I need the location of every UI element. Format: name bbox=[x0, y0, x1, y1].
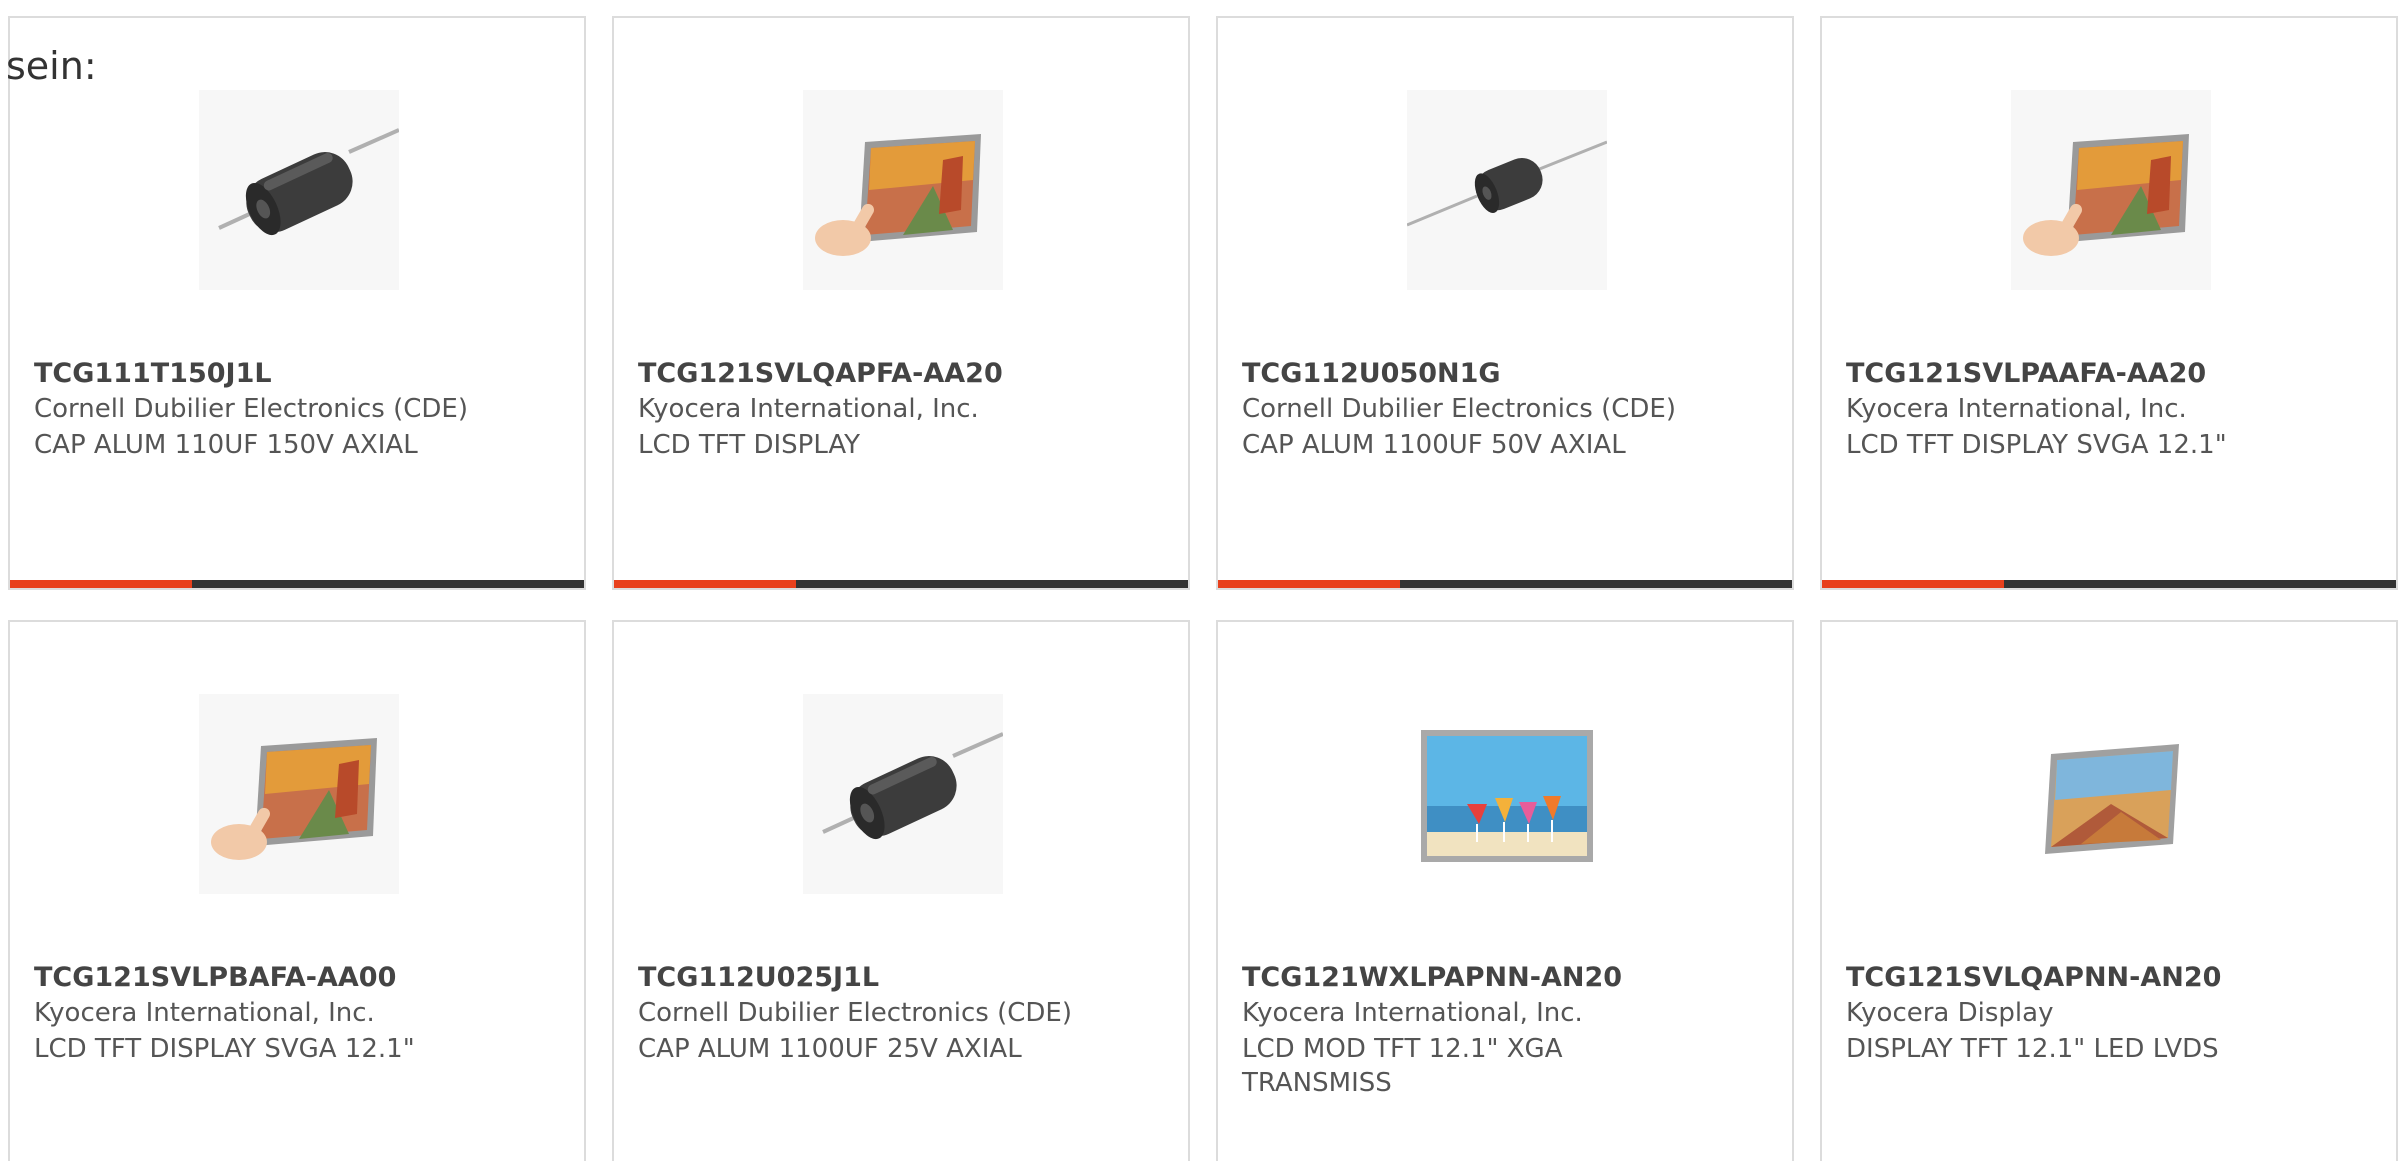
axial-capacitor-icon bbox=[822, 732, 1003, 840]
axial-capacitor-small-icon bbox=[1407, 140, 1607, 227]
product-description: DISPLAY TFT 12.1" LED LVDS bbox=[1846, 1034, 2219, 1064]
product-grid: TCG111T150J1L Cornell Dubilier Electroni… bbox=[8, 16, 2398, 1161]
manufacturer-name: Kyocera Display bbox=[1846, 998, 2054, 1028]
manufacturer-name: Kyocera International, Inc. bbox=[1242, 998, 1583, 1028]
manufacturer-name: Kyocera International, Inc. bbox=[34, 998, 375, 1028]
product-card[interactable]: TCG121SVLPAAFA-AA20 Kyocera Internationa… bbox=[1820, 16, 2398, 590]
manufacturer-name: Kyocera International, Inc. bbox=[1846, 394, 2187, 424]
touch-display-icon bbox=[211, 738, 377, 860]
part-number[interactable]: TCG112U050N1G bbox=[1242, 358, 1501, 389]
product-card[interactable]: TCG121WXLPAPNN-AN20 Kyocera Internationa… bbox=[1216, 620, 1794, 1161]
manufacturer-name: Cornell Dubilier Electronics (CDE) bbox=[34, 394, 468, 424]
card-accent-bar bbox=[1822, 580, 2004, 588]
intro-text: sein: bbox=[6, 44, 97, 88]
product-card[interactable]: TCG121SVLQAPNN-AN20 Kyocera Display DISP… bbox=[1820, 620, 2398, 1161]
beach-display-icon bbox=[1421, 730, 1593, 862]
card-accent-bar bbox=[10, 580, 192, 588]
product-image[interactable] bbox=[803, 694, 1003, 894]
product-card[interactable]: TCG121SVLQAPFA-AA20 Kyocera Internationa… bbox=[612, 16, 1190, 590]
product-card[interactable]: TCG112U050N1G Cornell Dubilier Electroni… bbox=[1216, 16, 1794, 590]
product-description: LCD TFT DISPLAY SVGA 12.1" bbox=[34, 1034, 415, 1064]
product-description: CAP ALUM 1100UF 50V AXIAL bbox=[1242, 430, 1626, 460]
manufacturer-name: Cornell Dubilier Electronics (CDE) bbox=[638, 998, 1072, 1028]
part-number[interactable]: TCG121SVLPBAFA-AA00 bbox=[34, 962, 396, 993]
card-accent-bar bbox=[614, 580, 796, 588]
touch-display-icon bbox=[815, 134, 981, 256]
product-description: CAP ALUM 110UF 150V AXIAL bbox=[34, 430, 418, 460]
product-image[interactable] bbox=[199, 694, 399, 894]
product-description: LCD TFT DISPLAY SVGA 12.1" bbox=[1846, 430, 2227, 460]
product-image[interactable] bbox=[1407, 694, 1607, 894]
product-card[interactable]: TCG121SVLPBAFA-AA00 Kyocera Internationa… bbox=[8, 620, 586, 1161]
part-number[interactable]: TCG112U025J1L bbox=[638, 962, 879, 993]
product-card[interactable]: TCG111T150J1L Cornell Dubilier Electroni… bbox=[8, 16, 586, 590]
product-page: sein: TCG111T150J1L Cornell Dubilier Ele… bbox=[0, 0, 2400, 1161]
card-accent-bar bbox=[1218, 580, 1400, 588]
product-card[interactable]: TCG112U025J1L Cornell Dubilier Electroni… bbox=[612, 620, 1190, 1161]
product-image[interactable] bbox=[1407, 90, 1607, 290]
product-image[interactable] bbox=[803, 90, 1003, 290]
part-number[interactable]: TCG121SVLQAPFA-AA20 bbox=[638, 358, 1003, 389]
product-image[interactable] bbox=[2011, 694, 2211, 894]
manufacturer-name: Cornell Dubilier Electronics (CDE) bbox=[1242, 394, 1676, 424]
part-number[interactable]: TCG121WXLPAPNN-AN20 bbox=[1242, 962, 1622, 993]
axial-capacitor-icon bbox=[218, 128, 399, 236]
part-number[interactable]: TCG121SVLQAPNN-AN20 bbox=[1846, 962, 2221, 993]
manufacturer-name: Kyocera International, Inc. bbox=[638, 394, 979, 424]
product-description: LCD TFT DISPLAY bbox=[638, 430, 861, 460]
part-number[interactable]: TCG121SVLPAAFA-AA20 bbox=[1846, 358, 2206, 389]
product-description: LCD MOD TFT 12.1" XGA TRANSMISS bbox=[1242, 1034, 1563, 1098]
product-image[interactable] bbox=[199, 90, 399, 290]
part-number[interactable]: TCG111T150J1L bbox=[34, 358, 272, 389]
touch-display-icon bbox=[2023, 134, 2189, 256]
product-description: CAP ALUM 1100UF 25V AXIAL bbox=[638, 1034, 1022, 1064]
product-image[interactable] bbox=[2011, 90, 2211, 290]
tilted-display-icon bbox=[2045, 744, 2179, 854]
